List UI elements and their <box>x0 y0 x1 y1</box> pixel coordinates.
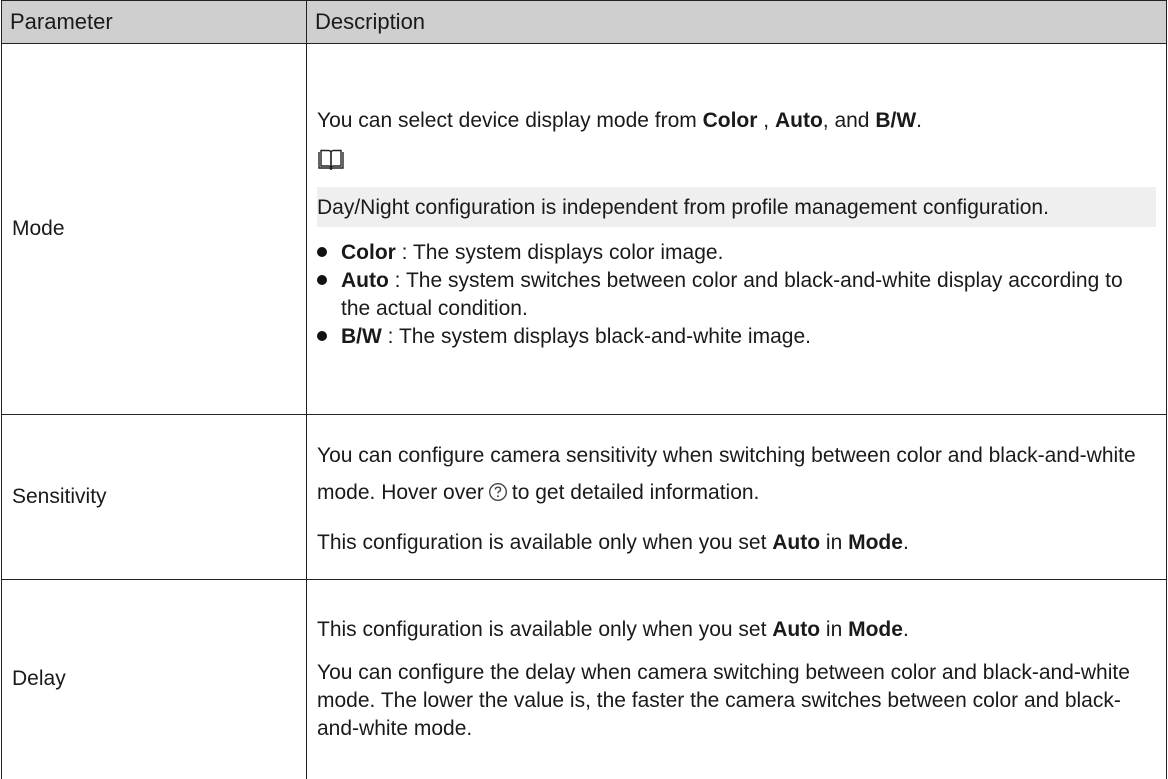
note-text: Day/Night configuration is independent f… <box>317 196 1049 219</box>
note-box: Day/Night configuration is independent f… <box>317 187 1156 227</box>
bullet-icon <box>317 331 327 341</box>
book-note-icon <box>317 149 345 179</box>
table-row: Delay This configuration is available on… <box>1 579 1167 779</box>
param-name-sensitivity: Sensitivity <box>1 414 307 580</box>
list-item: Color : The system displays color image. <box>317 239 1156 267</box>
bullet-icon <box>317 275 327 285</box>
delay-paragraph: You can configure the delay when camera … <box>317 660 1130 740</box>
parameter-table: Parameter Description Mode You can selec… <box>1 0 1167 779</box>
list-item: B/W : The system displays black-and-whit… <box>317 323 1156 351</box>
bullet-icon <box>317 247 327 257</box>
table-row: Sensitivity You can configure camera sen… <box>1 414 1167 580</box>
sensitivity-availability: This configuration is available only whe… <box>317 531 909 554</box>
delay-availability: This configuration is available only whe… <box>317 617 909 641</box>
param-name-delay: Delay <box>1 579 307 779</box>
table-header-row: Parameter Description <box>1 0 1167 44</box>
delay-description: This configuration is available only whe… <box>306 579 1167 779</box>
header-parameter: Parameter <box>1 0 307 44</box>
mode-options-list: Color : The system displays color image.… <box>317 239 1156 351</box>
sensitivity-description: You can configure camera sensitivity whe… <box>306 414 1167 580</box>
table-row: Mode You can select device display mode … <box>1 43 1167 415</box>
question-circle-icon[interactable] <box>488 477 508 514</box>
mode-description: You can select device display mode from … <box>306 43 1167 415</box>
mode-intro: You can select device display mode from … <box>317 109 922 132</box>
list-item: Auto : The system switches between color… <box>317 267 1156 323</box>
sensitivity-paragraph: You can configure camera sensitivity whe… <box>317 437 1156 514</box>
header-description: Description <box>306 0 1167 44</box>
param-name-mode: Mode <box>1 43 307 415</box>
